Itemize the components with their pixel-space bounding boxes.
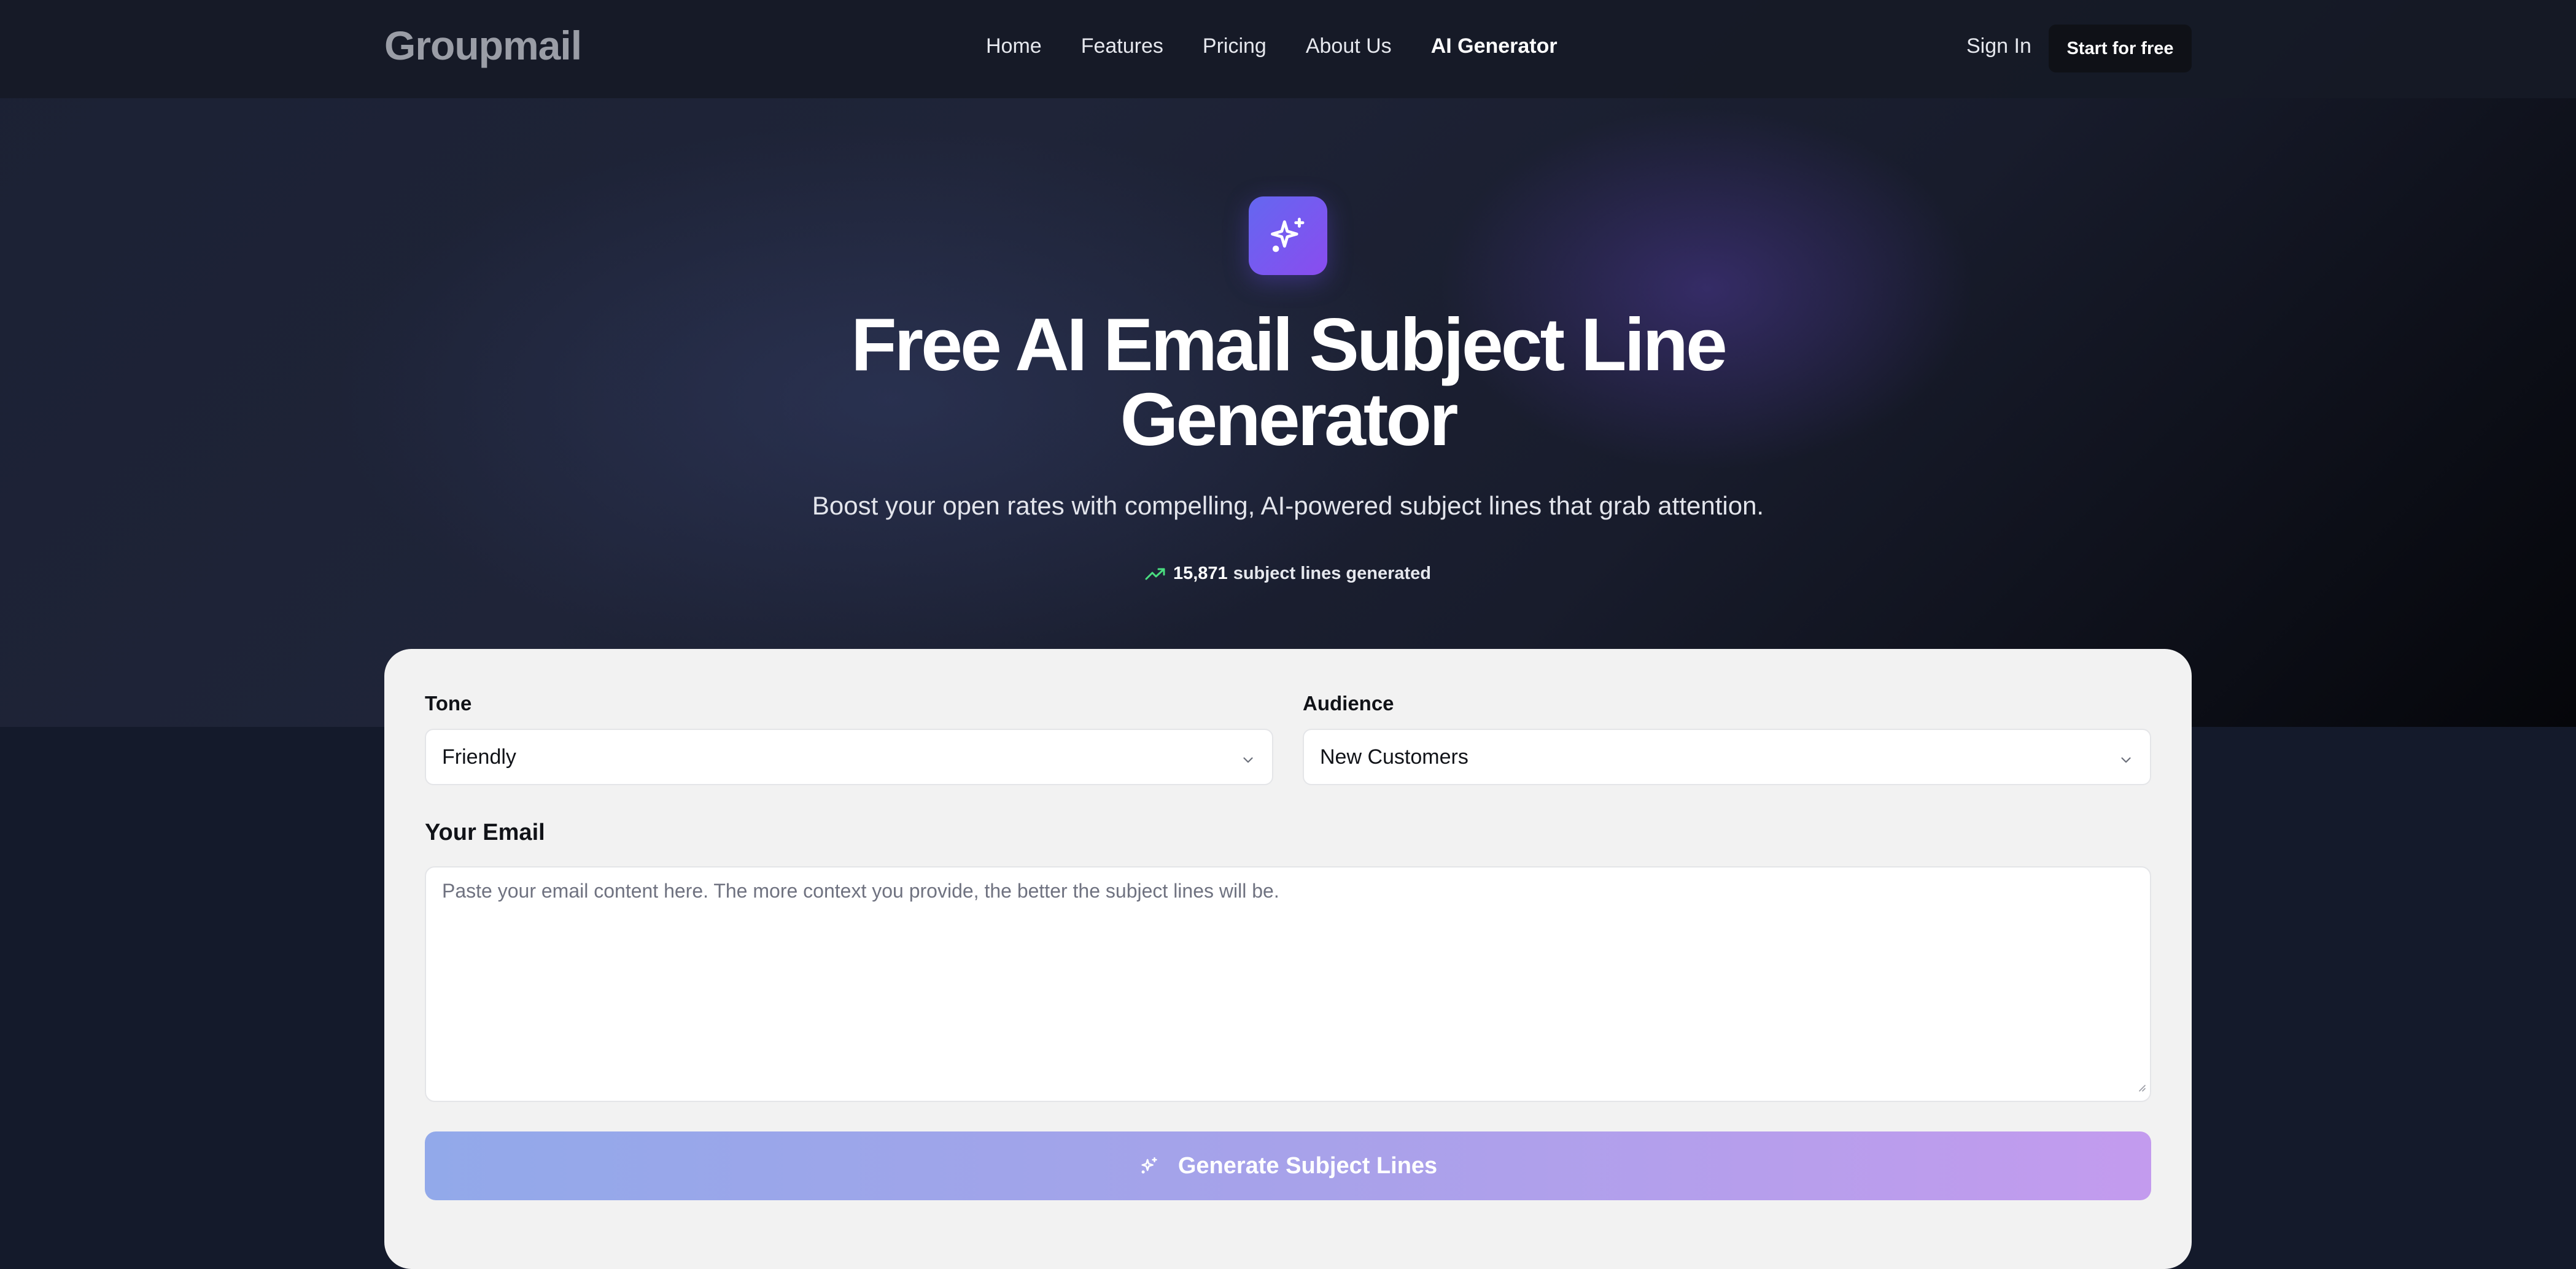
page-title: Free AI Email Subject Line Generator (851, 303, 1728, 461)
chevron-down-icon (2118, 750, 2134, 774)
generator-form-card: Tone Friendly Audience New Customers You… (384, 649, 2192, 1269)
generated-count-stat: 15,871 subject lines generated (1135, 564, 1441, 584)
email-content-textarea[interactable]: Paste your email content here. The more … (425, 866, 2151, 1102)
top-nav: Groupmail Home Features Pricing About Us… (0, 0, 2576, 98)
generated-count: 15,871 (1173, 564, 1228, 583)
audience-value: New Customers (1320, 745, 1468, 769)
email-placeholder: Paste your email content here. The more … (442, 880, 1279, 902)
start-for-free-button[interactable]: Start for free (2049, 25, 2192, 72)
groupmail-logo[interactable]: Groupmail (384, 22, 582, 69)
tone-value: Friendly (442, 745, 516, 769)
page-subtitle: Boost your open rates with compelling, A… (812, 491, 1764, 520)
sign-in-link[interactable]: Sign In (1966, 34, 2031, 58)
nav-link-about-us[interactable]: About Us (1306, 34, 1392, 58)
sparkles-icon (1139, 1155, 1160, 1176)
audience-select[interactable]: New Customers (1303, 729, 2151, 785)
nav-link-home[interactable]: Home (986, 34, 1042, 58)
nav-link-pricing[interactable]: Pricing (1203, 34, 1267, 58)
sparkles-icon (1249, 196, 1327, 275)
generated-count-label: subject lines generated (1233, 564, 1432, 583)
tone-select[interactable]: Friendly (425, 729, 1273, 785)
nav-links: Home Features Pricing About Us AI Genera… (986, 34, 1597, 58)
trending-up-icon (1145, 567, 1166, 581)
nav-link-ai-generator[interactable]: AI Generator (1431, 34, 1558, 58)
generate-button-label: Generate Subject Lines (1177, 1152, 1438, 1179)
audience-label: Audience (1303, 692, 1394, 715)
tone-label: Tone (425, 692, 472, 715)
email-label: Your Email (425, 820, 545, 845)
resize-handle-icon[interactable] (2136, 1074, 2146, 1097)
nav-link-features[interactable]: Features (1081, 34, 1163, 58)
chevron-down-icon (1240, 750, 1256, 774)
generate-subject-lines-button[interactable]: Generate Subject Lines (425, 1131, 2151, 1200)
